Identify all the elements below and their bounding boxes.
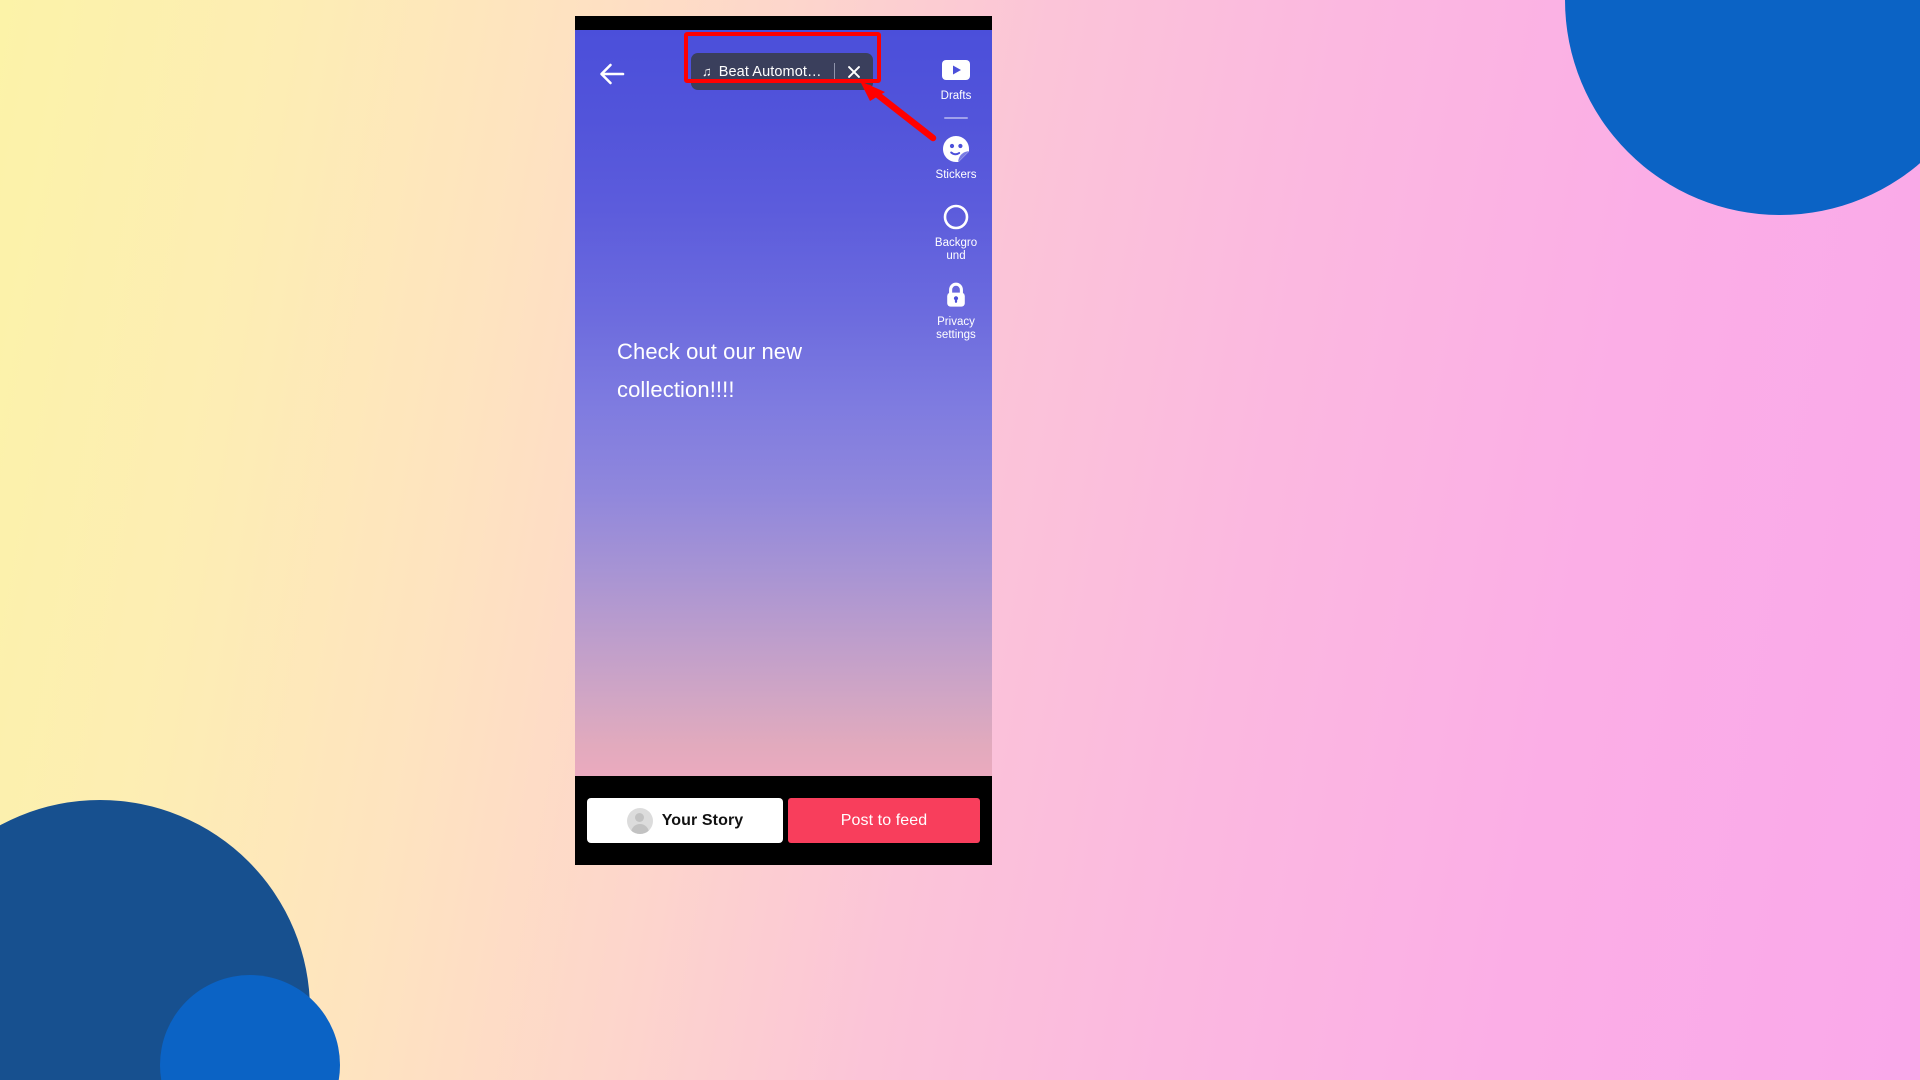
- sticker-face-icon: [940, 133, 972, 165]
- close-icon[interactable]: [846, 64, 862, 80]
- your-story-label: Your Story: [661, 811, 744, 829]
- avatar-placeholder-icon: [626, 807, 653, 834]
- music-pill-label: Beat Automot…: [718, 63, 822, 80]
- tool-label-privacy-settings: Privacy settings: [936, 316, 976, 341]
- decorative-circle-top-right: [1565, 0, 1920, 215]
- phone-frame: ♫ Beat Automot… Drafts Stickers Backgrou…: [575, 16, 992, 865]
- page-root: ♫ Beat Automot… Drafts Stickers Backgrou…: [0, 0, 1920, 1080]
- story-text-overlay[interactable]: Check out our new collection!!!!: [617, 333, 867, 409]
- music-pill-divider: [833, 62, 835, 81]
- tool-item-stickers[interactable]: Stickers: [925, 133, 987, 182]
- action-bar: Your Story Post to feed: [575, 776, 992, 865]
- tool-item-privacy-settings[interactable]: Privacy settings: [925, 280, 987, 341]
- tool-label-background: Background: [934, 237, 978, 262]
- lock-icon: [940, 280, 972, 312]
- post-to-feed-button[interactable]: Post to feed: [788, 798, 980, 843]
- music-note-icon: ♫: [702, 64, 712, 79]
- back-button[interactable]: [595, 57, 629, 91]
- status-bar: [575, 16, 992, 30]
- tool-rail-divider: [944, 116, 968, 119]
- arrow-left-icon: [600, 63, 625, 85]
- drafts-video-icon: [940, 54, 972, 86]
- tool-item-drafts[interactable]: Drafts: [925, 54, 987, 103]
- tool-item-background[interactable]: Background: [925, 201, 987, 262]
- tool-label-stickers: Stickers: [935, 168, 977, 181]
- background-circle-icon: [940, 201, 972, 233]
- your-story-button[interactable]: Your Story: [587, 798, 783, 843]
- tool-rail: Drafts Stickers Background Privacy setti…: [920, 54, 992, 343]
- post-to-feed-label: Post to feed: [840, 811, 928, 829]
- story-canvas[interactable]: ♫ Beat Automot… Drafts Stickers Backgrou…: [575, 30, 992, 776]
- tool-label-drafts: Drafts: [940, 90, 972, 102]
- music-pill[interactable]: ♫ Beat Automot…: [691, 53, 873, 90]
